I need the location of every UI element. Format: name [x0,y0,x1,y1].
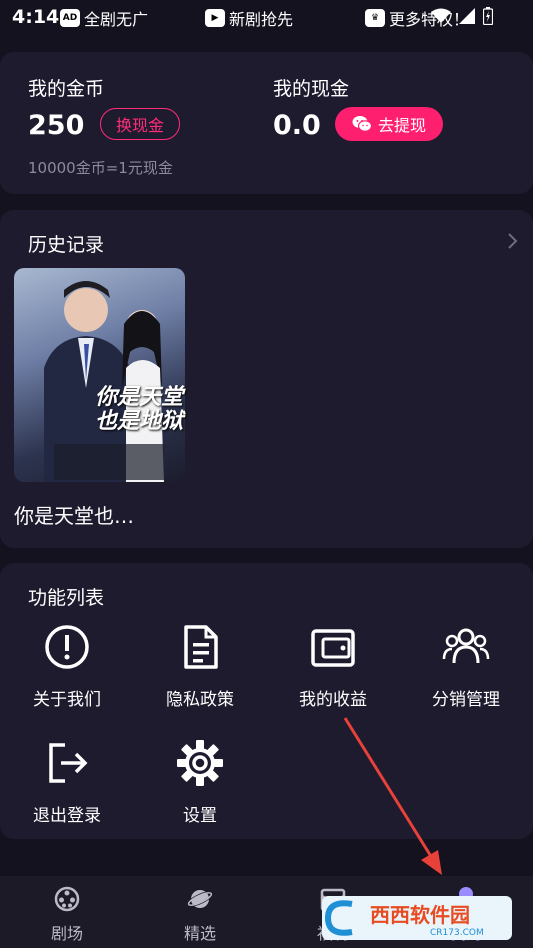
nav-theater[interactable]: 剧场 [27,886,107,944]
film-reel-icon [54,886,80,912]
site-watermark: 西西软件园 CR173.COM [322,896,512,940]
annotation-arrow [343,717,442,875]
watermark-subtext: CR173.COM [430,927,484,938]
watermark-logo-icon [324,900,353,936]
planet-icon [187,890,213,908]
nav-label: 精选 [183,924,216,943]
nav-featured[interactable]: 精选 [160,886,240,944]
nav-label: 剧场 [50,924,83,943]
watermark-text: 西西软件园 [370,902,470,927]
